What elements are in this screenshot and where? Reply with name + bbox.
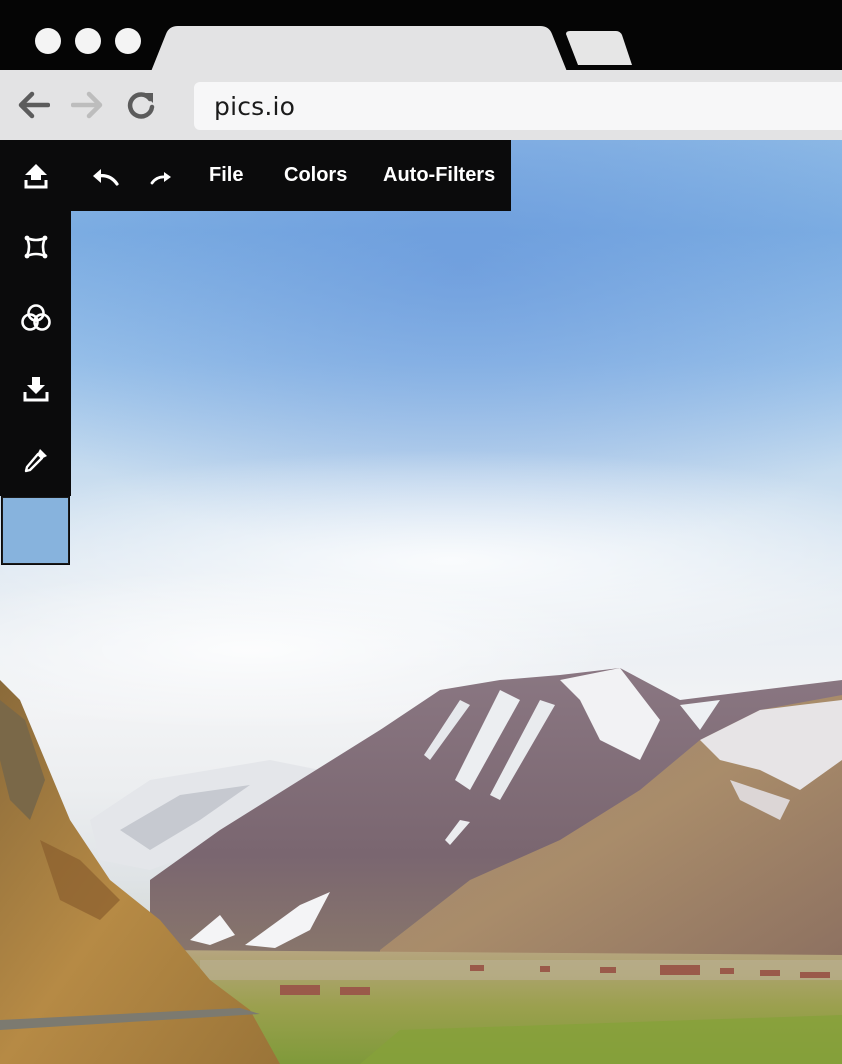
- arrow-right-icon: [71, 91, 103, 119]
- download-icon: [23, 376, 48, 401]
- menu-auto-filters[interactable]: Auto-Filters: [383, 164, 495, 187]
- close-window-button[interactable]: [35, 28, 61, 54]
- back-button[interactable]: [17, 88, 51, 122]
- upload-icon: [24, 163, 47, 188]
- upload-tool-button[interactable]: [0, 140, 71, 211]
- channels-tool-button[interactable]: [0, 282, 71, 353]
- photo-canvas[interactable]: [0, 140, 842, 1064]
- landscape-photo: [0, 140, 842, 1064]
- channels-icon: [20, 303, 51, 331]
- active-tab[interactable]: [150, 26, 568, 74]
- picked-color-swatch[interactable]: [1, 496, 70, 565]
- url-text: pics.io: [214, 92, 296, 121]
- minimize-window-button[interactable]: [75, 28, 101, 54]
- reload-icon: [127, 92, 155, 119]
- browser-titlebar: [0, 0, 842, 74]
- eyedropper-icon: [24, 448, 47, 472]
- editor-side-toolbar: [0, 140, 71, 496]
- redo-icon: [150, 172, 171, 185]
- crop-tool-button[interactable]: [0, 211, 71, 282]
- download-tool-button[interactable]: [0, 353, 71, 424]
- undo-button[interactable]: [88, 160, 122, 194]
- eyedropper-tool-button[interactable]: [0, 424, 71, 495]
- redo-button[interactable]: [144, 160, 178, 194]
- new-tab-button[interactable]: [566, 31, 632, 65]
- forward-button[interactable]: [70, 88, 104, 122]
- menu-colors[interactable]: Colors: [284, 164, 347, 187]
- crop-icon: [24, 235, 47, 258]
- menu-file[interactable]: File: [209, 164, 243, 187]
- undo-icon: [93, 169, 119, 186]
- arrow-left-icon: [18, 91, 50, 119]
- maximize-window-button[interactable]: [115, 28, 141, 54]
- address-bar[interactable]: pics.io: [194, 82, 842, 130]
- editor-top-toolbar: File Colors Auto-Filters: [71, 140, 511, 211]
- reload-button[interactable]: [124, 88, 158, 122]
